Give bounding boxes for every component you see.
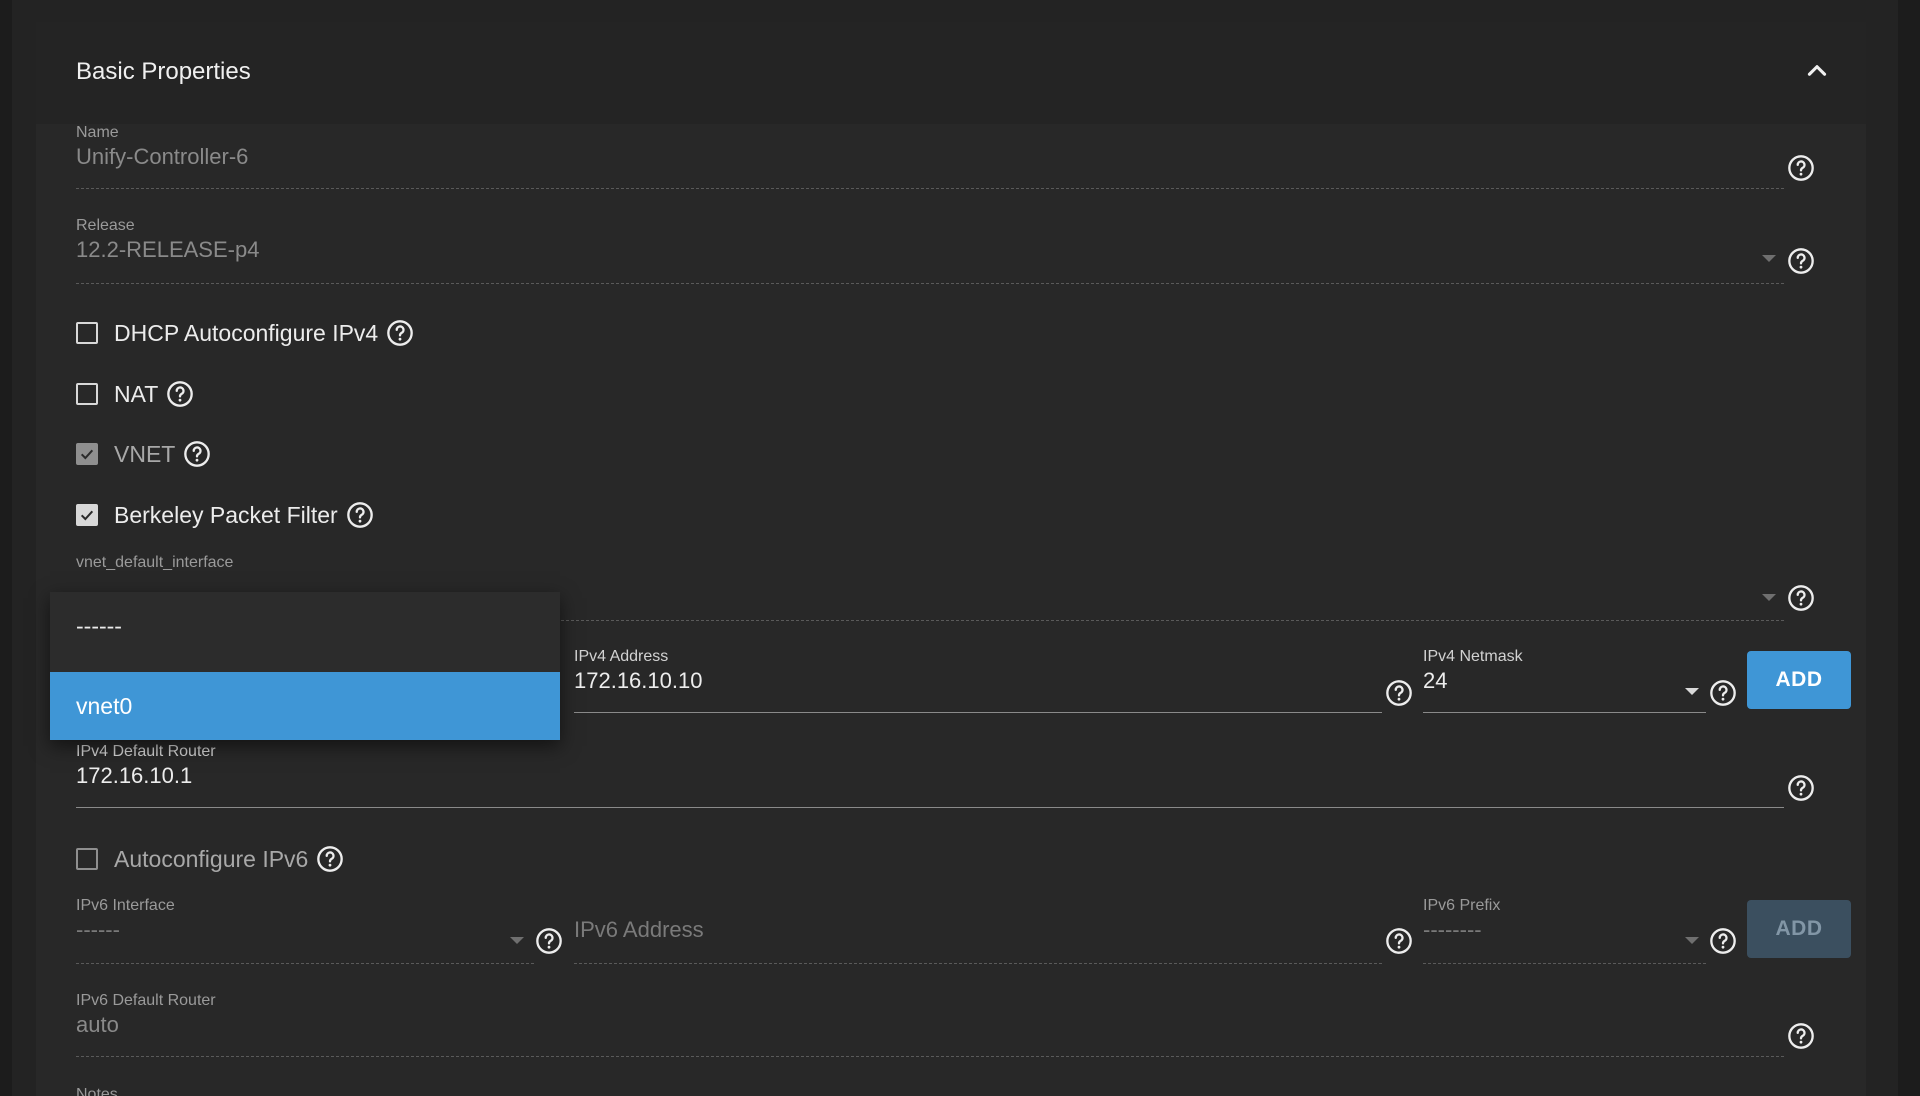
help-circle-icon[interactable]	[1787, 154, 1815, 182]
ipv6-address-placeholder: IPv6 Address	[574, 917, 704, 942]
bpf-checkbox[interactable]	[76, 504, 98, 526]
help-circle-icon[interactable]	[316, 845, 344, 873]
help-circle-icon[interactable]	[1709, 927, 1737, 955]
help-circle-icon[interactable]	[535, 927, 563, 955]
vnet-row: VNET	[76, 439, 211, 469]
caret-down-icon	[1762, 255, 1776, 262]
left-edge	[0, 0, 12, 1096]
name-field[interactable]: Name Unify-Controller-6	[76, 124, 1786, 190]
ipv4-address-underline	[574, 712, 1382, 713]
autoconfigure-ipv6-row: Autoconfigure IPv6	[76, 844, 344, 874]
nat-checkbox[interactable]	[76, 383, 98, 405]
notes-label: Notes	[76, 1086, 118, 1096]
ipv4-address-field[interactable]: IPv4 Address 172.16.10.10	[574, 648, 1382, 714]
ipv6-interface-label: IPv6 Interface	[76, 897, 175, 914]
dropdown-option-none-label: ------	[76, 612, 122, 639]
check-icon	[80, 510, 94, 521]
autoconfigure-ipv6-label[interactable]: Autoconfigure IPv6	[114, 846, 308, 873]
autoconfigure-ipv6-checkbox[interactable]	[76, 848, 98, 870]
dropdown-option-none[interactable]: ------	[50, 592, 560, 660]
ipv4-default-router-field[interactable]: IPv4 Default Router 172.16.10.1	[76, 743, 1786, 809]
ipv6-address-field[interactable]: IPv6 Address	[574, 897, 1382, 965]
section-title: Basic Properties	[76, 58, 251, 85]
ipv4-netmask-underline	[1423, 712, 1706, 713]
help-circle-icon[interactable]	[1385, 927, 1413, 955]
nat-label[interactable]: NAT	[114, 381, 158, 408]
help-circle-icon[interactable]	[183, 440, 211, 468]
caret-down-icon	[1685, 688, 1699, 695]
name-underline	[76, 188, 1784, 189]
release-underline	[76, 283, 1784, 284]
vnet-label[interactable]: VNET	[114, 441, 175, 468]
release-value: 12.2-RELEASE-p4	[76, 237, 260, 262]
dhcp-autoconfigure-checkbox[interactable]	[76, 322, 98, 344]
ipv6-default-router-label: IPv6 Default Router	[76, 992, 216, 1009]
vnet-checkbox[interactable]	[76, 443, 98, 465]
caret-down-icon	[1685, 937, 1699, 944]
vnet-default-interface-label: vnet_default_interface	[76, 554, 234, 571]
app-frame: Basic Properties Name Unify-Controller-6…	[0, 0, 1920, 1096]
help-circle-icon[interactable]	[1787, 247, 1815, 275]
help-circle-icon[interactable]	[166, 380, 194, 408]
ipv6-interface-underline	[76, 963, 534, 964]
ipv4-address-value: 172.16.10.10	[574, 668, 703, 693]
nat-row: NAT	[76, 379, 194, 409]
dhcp-autoconfigure-row: DHCP Autoconfigure IPv4	[76, 318, 414, 348]
ipv4-add-button[interactable]: ADD	[1747, 651, 1851, 709]
help-circle-icon[interactable]	[1385, 679, 1413, 707]
ipv4-netmask-select[interactable]: IPv4 Netmask 24	[1423, 648, 1706, 714]
ipv4-address-label: IPv4 Address	[574, 648, 669, 665]
dropdown-option-vnet0-label: vnet0	[76, 692, 133, 719]
ipv6-interface-value: ------	[76, 917, 120, 942]
dhcp-autoconfigure-label[interactable]: DHCP Autoconfigure IPv4	[114, 320, 378, 347]
dropdown-option-vnet0[interactable]: vnet0	[50, 672, 560, 740]
release-label: Release	[76, 217, 135, 234]
bpf-row: Berkeley Packet Filter	[76, 500, 374, 530]
vnet-interface-dropdown: ------ vnet0	[50, 592, 560, 740]
ipv6-prefix-select[interactable]: IPv6 Prefix --------	[1423, 897, 1706, 965]
ipv6-prefix-value: --------	[1423, 917, 1482, 942]
check-icon	[80, 449, 94, 460]
help-circle-icon[interactable]	[1787, 584, 1815, 612]
ipv6-default-router-value: auto	[76, 1012, 119, 1037]
help-circle-icon[interactable]	[346, 501, 374, 529]
ipv4-default-router-value: 172.16.10.1	[76, 763, 193, 788]
chevron-up-icon[interactable]	[1804, 58, 1830, 84]
ipv6-default-router-field[interactable]: IPv6 Default Router auto	[76, 992, 1786, 1058]
release-select[interactable]: Release 12.2-RELEASE-p4	[76, 217, 1786, 285]
ipv6-add-button[interactable]: ADD	[1747, 900, 1851, 958]
ipv4-netmask-value: 24	[1423, 668, 1448, 693]
name-label: Name	[76, 124, 119, 141]
help-circle-icon[interactable]	[1787, 774, 1815, 802]
ipv6-default-router-underline	[76, 1056, 1784, 1057]
ipv6-address-underline	[574, 963, 1382, 964]
name-value: Unify-Controller-6	[76, 144, 249, 169]
bpf-label[interactable]: Berkeley Packet Filter	[114, 502, 338, 529]
help-circle-icon[interactable]	[1787, 1022, 1815, 1050]
help-circle-icon[interactable]	[386, 319, 414, 347]
caret-down-icon	[510, 937, 524, 944]
card-header[interactable]: Basic Properties	[36, 22, 1866, 124]
ipv4-default-router-underline	[76, 807, 1784, 808]
ipv6-prefix-label: IPv6 Prefix	[1423, 897, 1501, 914]
caret-down-icon	[1762, 594, 1776, 601]
ipv6-interface-select[interactable]: IPv6 Interface ------	[76, 897, 534, 965]
right-edge	[1898, 0, 1920, 1096]
ipv6-prefix-underline	[1423, 963, 1706, 964]
ipv4-default-router-label: IPv4 Default Router	[76, 743, 216, 760]
ipv4-netmask-label: IPv4 Netmask	[1423, 648, 1523, 665]
help-circle-icon[interactable]	[1709, 679, 1737, 707]
